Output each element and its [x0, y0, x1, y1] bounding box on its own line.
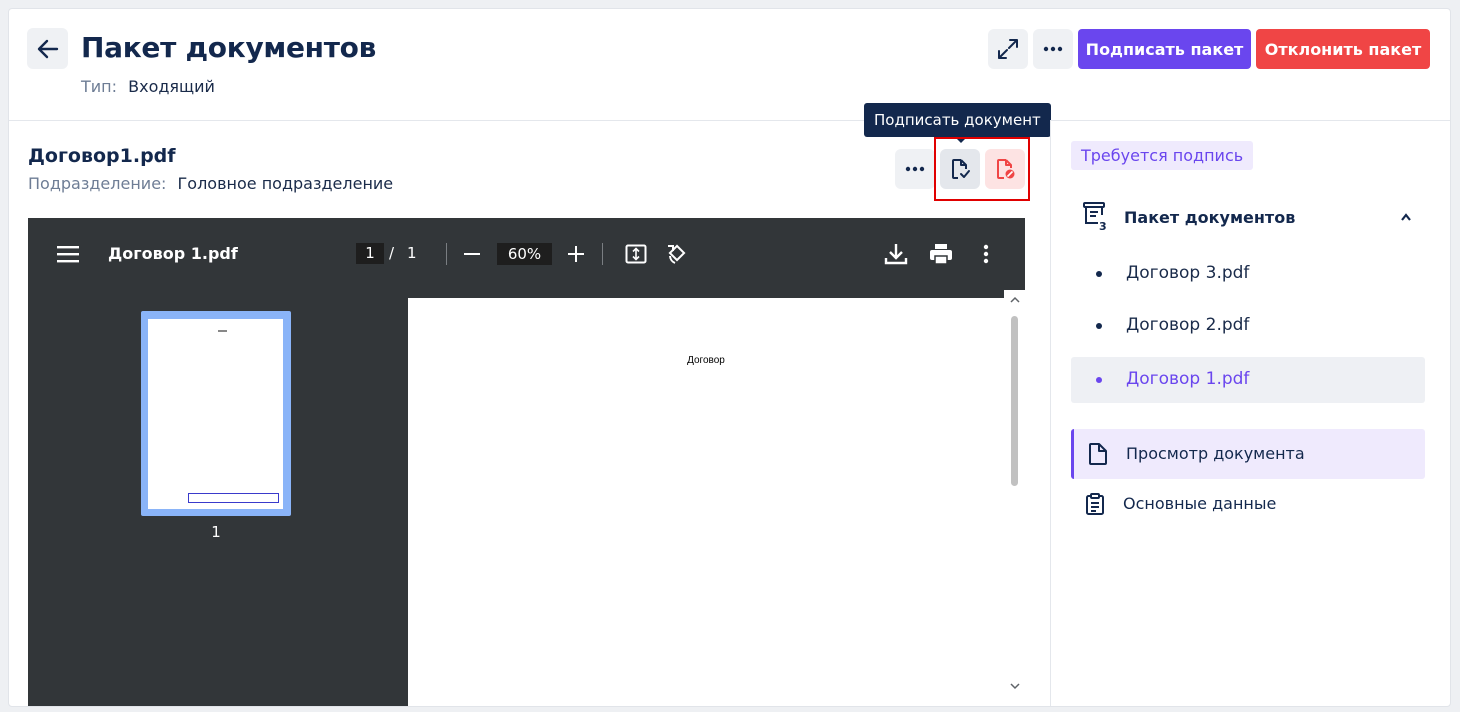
type-label: Тип:	[81, 77, 118, 96]
scroll-thumb[interactable]	[1011, 316, 1018, 486]
package-type: Тип: Входящий	[81, 77, 215, 96]
sign-document-tooltip: Подписать документ	[864, 103, 1051, 143]
pdf-page: Договор	[408, 298, 1004, 706]
nav-label: Просмотр документа	[1126, 444, 1305, 463]
pdf-viewer: Договор 1.pdf 1 / 1 60% 1 Договор	[28, 218, 1025, 706]
zoom-level-input[interactable]: 60%	[497, 243, 552, 265]
document-more-button[interactable]	[895, 149, 935, 189]
nav-document-view[interactable]: Просмотр документа	[1071, 429, 1425, 479]
nav-label: Основные данные	[1123, 494, 1277, 513]
expand-button[interactable]	[988, 29, 1028, 69]
clipboard-icon	[1086, 493, 1104, 515]
package-document-item[interactable]: Договор 2.pdf	[1071, 303, 1425, 349]
page-title: Пакет документов	[81, 31, 377, 64]
document-department: Подразделение: Головное подразделение	[28, 174, 393, 193]
sign-package-button[interactable]: Подписать пакет	[1078, 29, 1251, 69]
document-item-label: Договор 3.pdf	[1126, 263, 1250, 283]
file-icon	[1089, 443, 1107, 465]
zoom-in-button[interactable]	[565, 243, 587, 265]
package-title: Пакет документов	[1124, 208, 1296, 227]
plus-icon	[568, 246, 584, 262]
chevron-up-icon	[1010, 296, 1020, 303]
download-button[interactable]	[883, 241, 909, 267]
arrow-left-icon	[37, 39, 58, 58]
department-label: Подразделение:	[28, 174, 167, 193]
department-value: Головное подразделение	[177, 174, 394, 193]
fit-page-button[interactable]	[624, 242, 648, 266]
more-vertical-icon	[983, 244, 989, 264]
menu-button[interactable]	[56, 243, 80, 265]
package-document-item-active[interactable]: Договор 1.pdf	[1071, 357, 1425, 403]
more-horizontal-icon	[905, 166, 925, 172]
rotate-button[interactable]	[665, 242, 689, 266]
current-page-input[interactable]: 1	[356, 243, 384, 264]
print-icon	[930, 244, 952, 265]
pdf-toolbar: Договор 1.pdf 1 / 1 60%	[28, 218, 1025, 290]
more-horizontal-icon	[1043, 46, 1063, 52]
thumbnail-title-line	[218, 330, 227, 332]
package-header[interactable]: 3 Пакет документов	[1071, 197, 1425, 237]
zoom-out-button[interactable]	[461, 243, 483, 265]
pdf-page-heading: Договор	[687, 355, 725, 366]
page-separator: /	[389, 244, 395, 262]
document-package-card: Пакет документов Тип: Входящий Подписать…	[8, 8, 1451, 707]
bullet	[1096, 323, 1102, 329]
minus-icon	[464, 253, 480, 255]
page-header: Пакет документов Тип: Входящий Подписать…	[9, 9, 1450, 121]
chevron-up-icon	[1401, 213, 1411, 221]
toolbar-divider	[602, 243, 603, 265]
bullet	[1096, 377, 1102, 383]
pdf-more-button[interactable]	[976, 241, 996, 267]
document-name: Договор1.pdf	[28, 145, 176, 167]
thumbnail-pane: 1	[28, 290, 404, 706]
download-icon	[884, 244, 908, 265]
document-item-label: Договор 1.pdf	[1126, 369, 1250, 389]
document-item-label: Договор 2.pdf	[1126, 315, 1250, 335]
total-pages: 1	[407, 244, 417, 262]
thumbnail-page	[148, 319, 283, 509]
rotate-icon	[668, 244, 686, 264]
pdf-file-title: Договор 1.pdf	[108, 244, 238, 263]
reject-package-button[interactable]: Отклонить пакет	[1256, 29, 1430, 69]
menu-icon	[57, 246, 79, 263]
package-document-item[interactable]: Договор 3.pdf	[1071, 251, 1425, 297]
print-button[interactable]	[928, 241, 954, 267]
chevron-down-icon	[1010, 683, 1020, 690]
type-value: Входящий	[128, 77, 215, 96]
back-button[interactable]	[27, 28, 68, 69]
more-options-button[interactable]	[1033, 29, 1073, 69]
thumbnail-table	[188, 493, 279, 503]
bullet	[1096, 271, 1102, 277]
toolbar-divider	[446, 243, 447, 265]
status-badge: Требуется подпись	[1071, 141, 1254, 170]
page-thumbnail[interactable]	[141, 311, 291, 516]
vertical-scrollbar[interactable]	[1004, 290, 1025, 706]
package-count: 3	[1099, 220, 1107, 233]
thumbnail-label: 1	[211, 523, 221, 541]
sidebar-divider	[1050, 120, 1051, 706]
fit-to-page-icon	[625, 244, 647, 264]
expand-icon	[998, 39, 1018, 59]
nav-main-data[interactable]: Основные данные	[1071, 479, 1425, 529]
highlight-frame	[934, 137, 1030, 201]
page-area: Договор	[408, 290, 1025, 706]
